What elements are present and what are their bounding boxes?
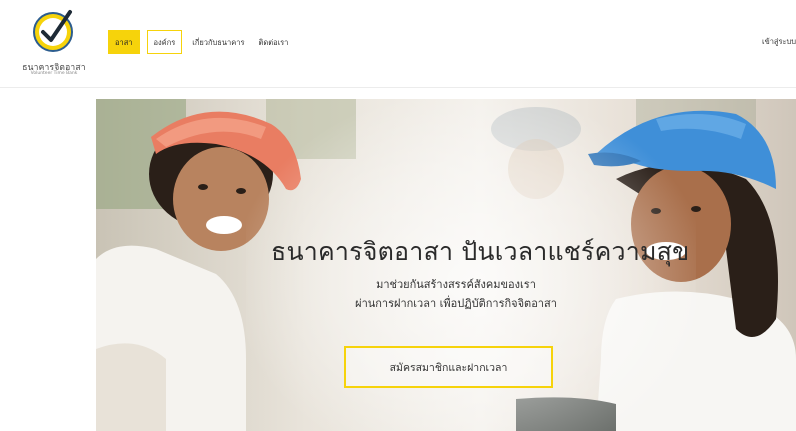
brand-tagline: Volunteer Time Bank [30, 71, 78, 76]
nav-item-volunteer[interactable]: อาสา [108, 30, 140, 54]
nav-item-about-bank[interactable]: เกี่ยวกับธนาคาร [189, 30, 247, 54]
hero-title: ธนาคารจิตอาสา ปันเวลาแชร์ความสุข [271, 237, 690, 266]
brand-logo[interactable]: ธนาคารจิตอาสา Volunteer Time Bank [14, 6, 94, 82]
hero-banner: ธนาคารจิตอาสา ปันเวลาแชร์ความสุข มาช่วยก… [96, 99, 796, 431]
hero-subtitle-line2: ผ่านการฝากเวลา เพื่อปฏิบัติการกิจจิตอาสา [355, 297, 557, 310]
checkmark-logo-icon [33, 10, 73, 52]
nav-item-contact[interactable]: ติดต่อเรา [255, 30, 291, 54]
main-nav: อาสา องค์กร เกี่ยวกับธนาคาร ติดต่อเรา [108, 30, 299, 54]
site-header: ธนาคารจิตอาสา Volunteer Time Bank อาสา อ… [0, 0, 796, 88]
login-link[interactable]: เข้าสู่ระบบ [762, 30, 796, 54]
signup-cta-button[interactable]: สมัครสมาชิกและฝากเวลา [344, 346, 553, 388]
nav-item-organization[interactable]: องค์กร [146, 30, 183, 54]
hero-subtitle-line1: มาช่วยกันสร้างสรรค์สังคมของเรา [376, 278, 536, 291]
